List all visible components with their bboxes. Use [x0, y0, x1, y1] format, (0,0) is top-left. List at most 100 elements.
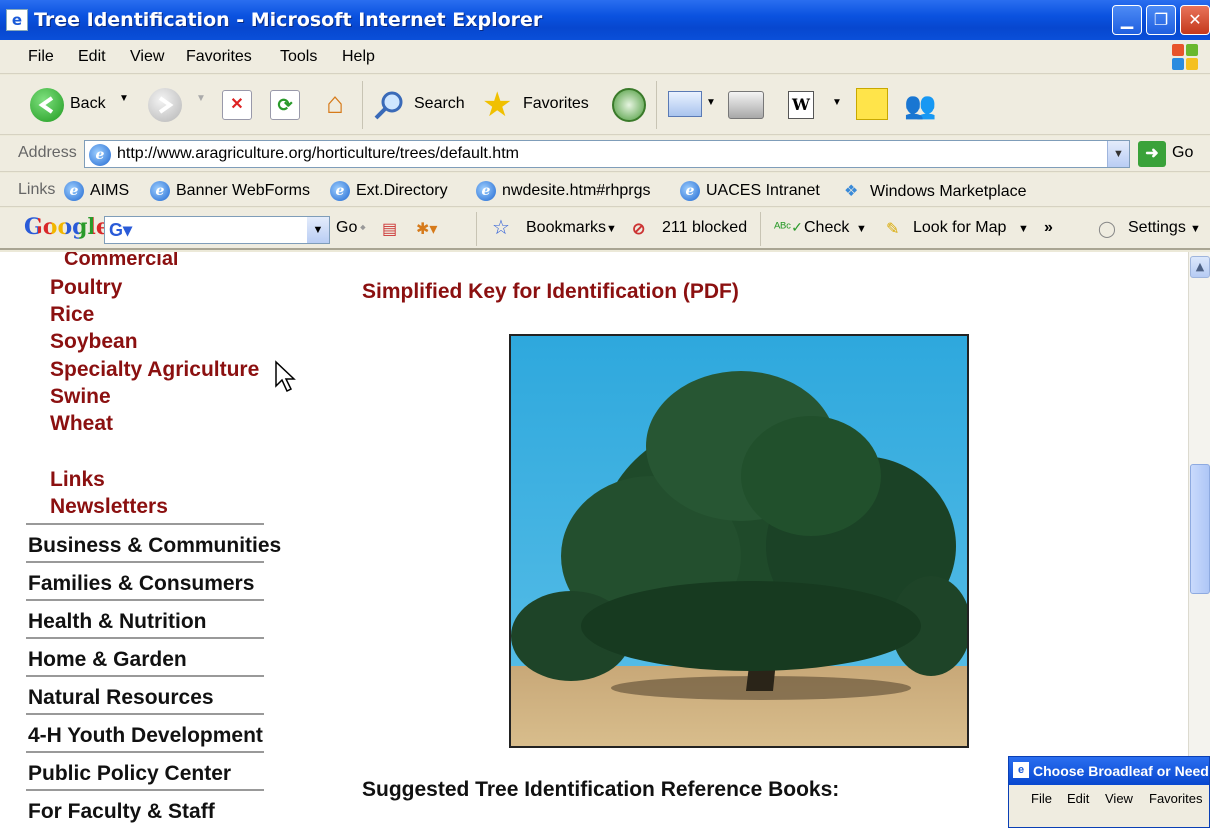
popup-blocked-count[interactable]: 211 blocked — [662, 219, 747, 237]
popup-browser-window[interactable]: e Choose Broadleaf or Needle File Edit V… — [1008, 756, 1210, 828]
link-ext-directory[interactable]: e Ext.Directory — [330, 181, 448, 201]
popup-menu-file[interactable]: File — [1031, 791, 1052, 806]
more-chevron-icon[interactable]: » — [1044, 219, 1053, 237]
refresh-icon[interactable]: ⟳ — [270, 90, 300, 120]
look-for-map-dropdown-icon[interactable]: ▼ — [1018, 223, 1029, 235]
menu-file[interactable]: File — [28, 48, 54, 66]
window-title-bar: e Tree Identification - Microsoft Intern… — [0, 0, 1210, 40]
edit-dropdown-icon[interactable]: ▼ — [832, 97, 842, 108]
google-separator-icon: ⬩ — [360, 219, 366, 236]
nav-newsletters[interactable]: Newsletters — [50, 495, 168, 519]
nav-home-garden[interactable]: Home & Garden — [28, 648, 187, 672]
google-logo[interactable]: Google — [24, 214, 110, 240]
nav-specialty-agriculture[interactable]: Specialty Agriculture — [50, 358, 259, 382]
menu-favorites[interactable]: Favorites — [186, 48, 252, 66]
scroll-up-arrow-icon[interactable]: ▲ — [1190, 256, 1210, 278]
spellcheck-button[interactable]: Check — [804, 219, 849, 237]
back-dropdown-icon[interactable]: ▼ — [119, 93, 129, 104]
word-edit-icon[interactable]: W — [788, 91, 814, 119]
nav-swine[interactable]: Swine — [50, 385, 111, 409]
print-icon[interactable] — [728, 91, 764, 119]
vertical-scrollbar[interactable]: ▲ — [1188, 252, 1210, 828]
google-go-button[interactable]: Go — [336, 219, 357, 237]
nav-business-communities[interactable]: Business & Communities — [28, 534, 281, 558]
menu-help[interactable]: Help — [342, 48, 375, 66]
minimize-button[interactable]: ▁ — [1112, 5, 1142, 35]
google-tools-icon[interactable]: ✱▾ — [416, 219, 437, 239]
forward-icon[interactable] — [148, 88, 182, 122]
favorites-label[interactable]: Favorites — [523, 95, 589, 113]
window-title: Tree Identification - Microsoft Internet… — [34, 9, 543, 31]
link-windows-marketplace[interactable]: ❖ Windows Marketplace — [844, 181, 1027, 201]
discuss-note-icon[interactable] — [856, 88, 888, 120]
pagerank-icon[interactable]: ▤ — [382, 219, 397, 239]
mail-dropdown-icon[interactable]: ▼ — [706, 97, 716, 108]
nav-faculty-staff[interactable]: For Faculty & Staff — [28, 800, 215, 824]
stop-icon[interactable]: ✕ — [222, 90, 252, 120]
nav-health-nutrition[interactable]: Health & Nutrition — [28, 610, 207, 634]
nav-wheat[interactable]: Wheat — [50, 412, 113, 436]
nav-4h-youth-development[interactable]: 4-H Youth Development — [28, 724, 263, 748]
address-dropdown-icon[interactable]: ▼ — [1107, 141, 1129, 167]
ie-page-icon: e — [64, 181, 84, 201]
nav-rice[interactable]: Rice — [50, 303, 94, 327]
ie-app-icon: e — [6, 9, 28, 31]
go-arrow-icon[interactable]: ➜ — [1138, 141, 1166, 167]
settings-button[interactable]: Settings — [1128, 219, 1186, 237]
forward-dropdown-icon[interactable]: ▼ — [196, 93, 206, 104]
menu-view[interactable]: View — [130, 48, 164, 66]
standard-toolbar: Back ▼ ▼ ✕ ⟳ ⌂ Search ★ Favorites ▼ W ▼ … — [0, 75, 1210, 135]
google-search-dropdown-icon[interactable]: ▼ — [307, 217, 329, 243]
link-banner-webforms[interactable]: e Banner WebForms — [150, 181, 310, 201]
close-button[interactable]: ✕ — [1180, 5, 1210, 35]
menu-tools[interactable]: Tools — [280, 48, 317, 66]
bookmarks-dropdown-icon[interactable]: ▼ — [606, 223, 617, 235]
nav-soybean[interactable]: Soybean — [50, 330, 138, 354]
nav-commercial[interactable]: Commercial — [64, 252, 179, 271]
nav-natural-resources[interactable]: Natural Resources — [28, 686, 214, 710]
link-uaces-intranet[interactable]: e UACES Intranet — [680, 181, 820, 201]
google-search-input[interactable]: G▾ ▼ — [104, 216, 330, 244]
autolink-wand-icon[interactable]: ✎ — [886, 219, 899, 239]
menu-edit[interactable]: Edit — [78, 48, 106, 66]
scroll-thumb[interactable] — [1190, 464, 1210, 594]
nav-poultry[interactable]: Poultry — [50, 276, 122, 300]
ie-page-icon: e — [680, 181, 700, 201]
popup-blocker-icon[interactable]: ⊘ — [632, 219, 645, 239]
reference-books-heading: Suggested Tree Identification Reference … — [362, 778, 840, 801]
back-icon[interactable] — [30, 88, 64, 122]
menu-bar: File Edit View Favorites Tools Help — [0, 40, 1210, 74]
popup-menu-favorites[interactable]: Favorites — [1149, 791, 1202, 806]
oak-tree-photo — [509, 334, 969, 748]
address-url[interactable]: http://www.aragriculture.org/horticultur… — [117, 145, 519, 163]
favorites-star-icon[interactable]: ★ — [482, 87, 518, 123]
bookmarks-star-icon[interactable]: ☆ — [492, 215, 510, 240]
home-icon[interactable]: ⌂ — [318, 87, 352, 121]
nav-links[interactable]: Links — [50, 468, 105, 492]
go-label[interactable]: Go — [1172, 144, 1193, 162]
mail-icon[interactable] — [668, 91, 702, 117]
ie-page-icon: e — [476, 181, 496, 201]
ie-page-icon: e — [150, 181, 170, 201]
simplified-key-pdf-link[interactable]: Simplified Key for Identification (PDF) — [362, 280, 739, 304]
search-icon[interactable] — [372, 88, 406, 122]
settings-gear-icon[interactable]: ◯ — [1098, 219, 1116, 239]
settings-dropdown-icon[interactable]: ▼ — [1190, 223, 1201, 235]
look-for-map-button[interactable]: Look for Map — [913, 219, 1006, 237]
back-label[interactable]: Back — [70, 95, 106, 113]
history-icon[interactable] — [612, 88, 646, 122]
bookmarks-button[interactable]: Bookmarks — [526, 219, 606, 237]
windows-logo-icon — [1172, 44, 1200, 72]
popup-menu-edit[interactable]: Edit — [1067, 791, 1089, 806]
link-nwdesite[interactable]: e nwdesite.htm#rhprgs — [476, 181, 651, 201]
nav-families-consumers[interactable]: Families & Consumers — [28, 572, 254, 596]
nav-public-policy-center[interactable]: Public Policy Center — [28, 762, 231, 786]
address-field[interactable]: e http://www.aragriculture.org/horticult… — [84, 140, 1130, 168]
search-label[interactable]: Search — [414, 95, 465, 113]
link-aims[interactable]: e AIMS — [64, 181, 129, 201]
messenger-icon[interactable]: 👥 — [904, 88, 940, 122]
spellcheck-icon[interactable]: ᴬᴮᶜ✓ — [774, 219, 803, 236]
spellcheck-dropdown-icon[interactable]: ▼ — [856, 223, 867, 235]
restore-button[interactable]: ❐ — [1146, 5, 1176, 35]
popup-menu-view[interactable]: View — [1105, 791, 1133, 806]
